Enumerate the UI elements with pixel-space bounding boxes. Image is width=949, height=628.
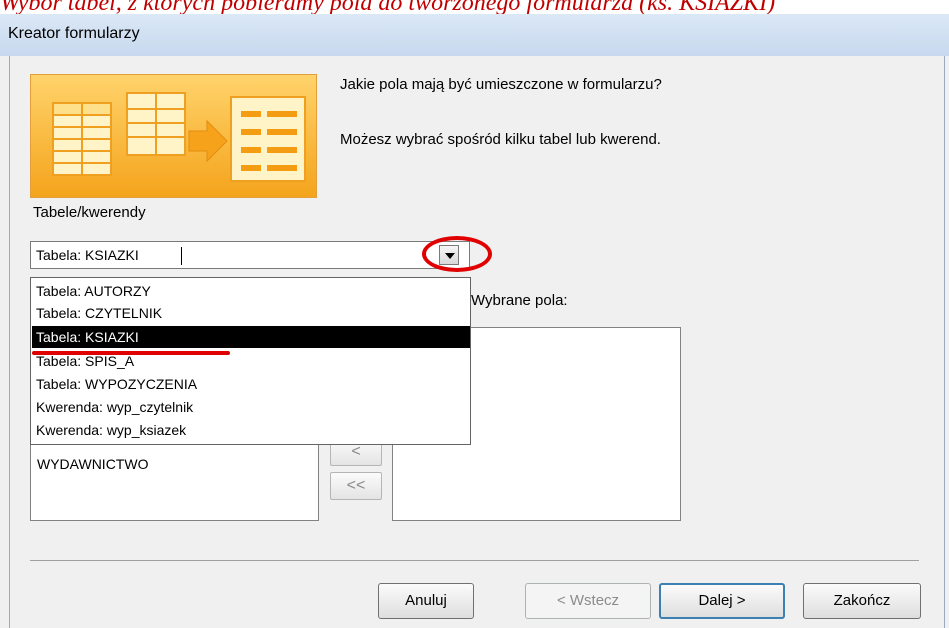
text-cursor <box>181 247 182 265</box>
window-title: Kreator formularzy <box>8 25 140 42</box>
list-item[interactable]: WYDAWNICTWO <box>37 456 148 472</box>
button-separator <box>30 560 919 561</box>
dropdown-item-wyp-czytelnik[interactable]: Kwerenda: wyp_czytelnik <box>32 396 470 418</box>
dropdown-item-ksiazki[interactable]: Tabela: KSIAZKI <box>32 326 470 348</box>
finish-button[interactable]: Zakończ <box>803 583 921 619</box>
annotation-underline <box>32 351 230 355</box>
next-button[interactable]: Dalej > <box>659 583 785 619</box>
wizard-illustration <box>30 74 317 198</box>
tables-queries-combobox[interactable]: Tabela: KSIAZKI <box>30 241 470 269</box>
tables-queries-label: Tabele/kwerendy <box>33 204 146 221</box>
title-bar: Kreator formularzy <box>0 14 949 56</box>
dropdown-item-wypozyczenia[interactable]: Tabela: WYPOZYCZENIA <box>32 373 470 395</box>
combobox-value[interactable]: Tabela: KSIAZKI <box>36 247 139 263</box>
dropdown-item-czytelnik[interactable]: Tabela: CZYTELNIK <box>32 302 470 324</box>
annotation-caption: Wybór tabel, z których pobieramy pola do… <box>0 0 776 14</box>
window-border-left <box>9 56 10 628</box>
back-button[interactable]: < Wstecz <box>525 583 651 619</box>
window-border-right <box>944 56 945 628</box>
wizard-hint: Możesz wybrać spośród kilku tabel lub kw… <box>340 131 661 148</box>
form-wizard-icon <box>52 92 306 182</box>
wizard-question: Jakie pola mają być umieszczone w formul… <box>340 76 662 93</box>
selected-fields-label: Wybrane pola: <box>471 292 568 309</box>
annotation-circle <box>422 236 492 272</box>
tables-dropdown-list[interactable]: Tabela: AUTORZY Tabela: CZYTELNIK Tabela… <box>30 277 471 445</box>
cancel-button[interactable]: Anuluj <box>378 583 474 619</box>
dropdown-item-autorzy[interactable]: Tabela: AUTORZY <box>32 280 470 302</box>
dropdown-item-wyp-ksiazek[interactable]: Kwerenda: wyp_ksiazek <box>32 419 470 441</box>
form-wizard-dialog: Jakie pola mają być umieszczone w formul… <box>0 56 949 628</box>
remove-all-fields-button[interactable]: << <box>330 472 382 500</box>
